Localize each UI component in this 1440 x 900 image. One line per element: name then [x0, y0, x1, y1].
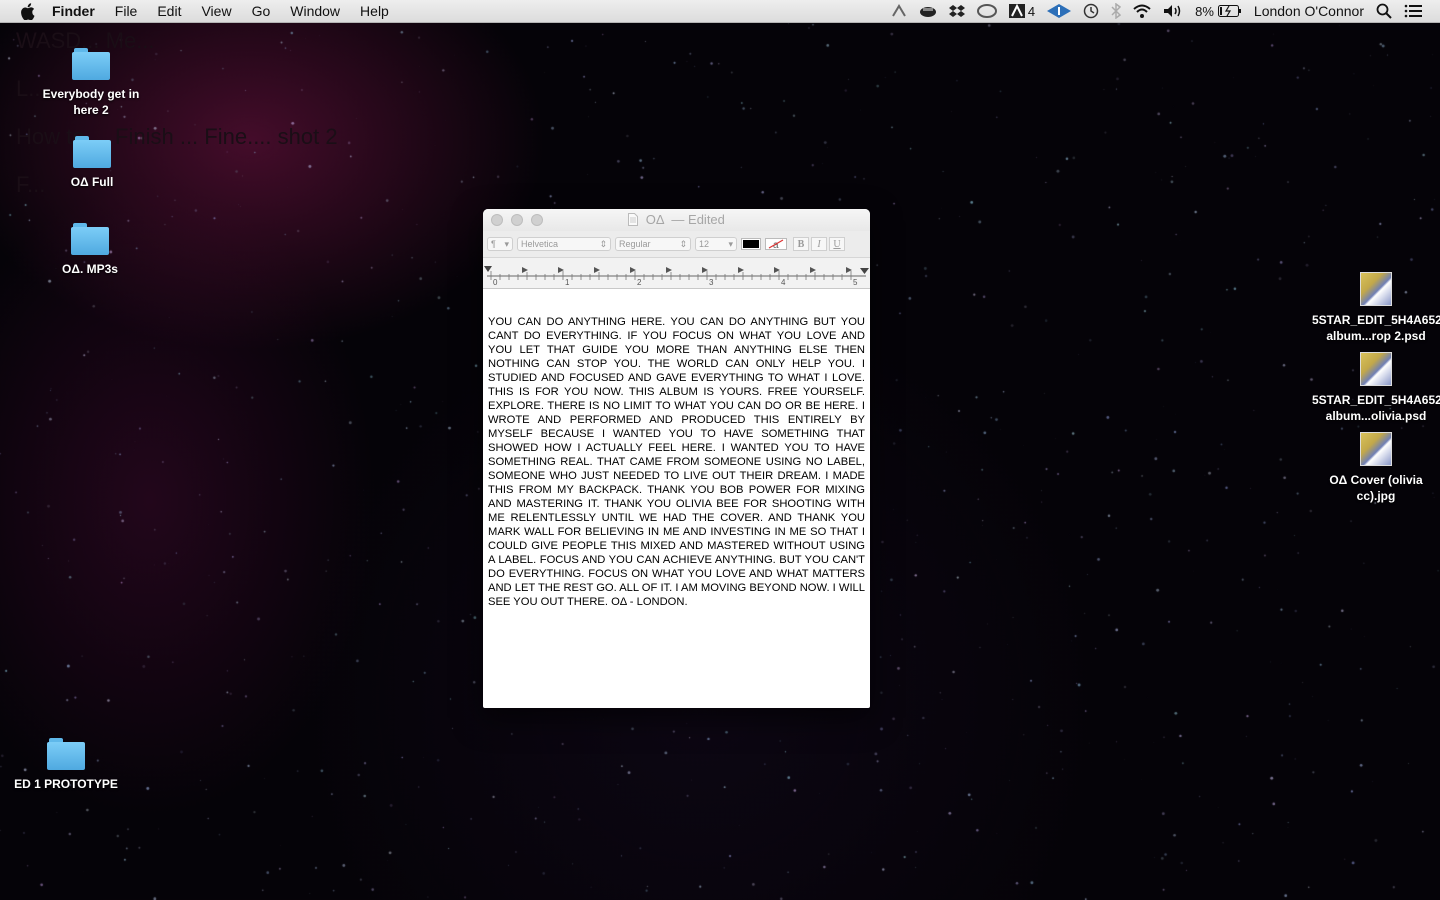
window-title: OΔ [645, 212, 664, 227]
desktop-icon-label: Everybody get in here 2 [42, 87, 140, 117]
minimize-button[interactable] [511, 214, 523, 226]
desktop-folder[interactable]: Everybody get in here 2 [31, 48, 151, 118]
time-machine-icon[interactable] [1083, 3, 1099, 19]
desktop-file[interactable]: OΔ Cover (olivia cc).jpg [1316, 432, 1436, 504]
bold-button[interactable]: B [793, 237, 809, 251]
ruler-label: 2 [637, 278, 642, 287]
format-toolbar: ¶ ▾ Helvetica ⇕ Regular ⇕ 12 ▾ a B I U [483, 231, 870, 258]
font-style-value: Regular [619, 239, 651, 249]
text-color-well[interactable] [741, 238, 761, 250]
ruler-label: 0 [493, 278, 498, 287]
vpn-icon[interactable] [1047, 4, 1072, 18]
chevron-down-icon: ▾ [504, 238, 509, 249]
menu-help[interactable]: Help [360, 3, 389, 19]
folder-icon [73, 136, 111, 168]
menu-file[interactable]: File [115, 3, 138, 19]
zoom-button[interactable] [531, 214, 543, 226]
desktop-icon-label: 5STAR_EDIT_5H4A6525 album...rop 2.psd [1312, 313, 1440, 343]
window-titlebar[interactable]: OΔ — Edited [483, 209, 870, 231]
image-thumbnail-icon [1360, 352, 1392, 386]
paragraph-icon: ¶ [491, 239, 496, 249]
italic-button[interactable]: I [811, 237, 827, 251]
bluetooth-icon[interactable] [1111, 3, 1122, 19]
spotlight-search-icon[interactable] [1376, 3, 1392, 19]
desktop-icon-label: 5STAR_EDIT_5H4A6525 album...olivia.psd [1312, 393, 1440, 423]
menu-view[interactable]: View [201, 3, 231, 19]
menu-go[interactable]: Go [252, 3, 271, 19]
menu-edit[interactable]: Edit [157, 3, 181, 19]
desktop-folder[interactable]: ED 1 PROTOTYPE [6, 738, 126, 792]
underline-button[interactable]: U [829, 237, 845, 251]
desktop-folder[interactable]: OΔ Full [32, 136, 152, 190]
highlight-color-well[interactable]: a [765, 238, 787, 250]
textedit-window: OΔ — Edited ¶ ▾ Helvetica ⇕ Regular ⇕ 12… [483, 209, 870, 708]
image-thumbnail-icon [1360, 272, 1392, 306]
menu-app-finder[interactable]: Finder [52, 3, 95, 19]
battery-icon[interactable] [1217, 5, 1242, 17]
stepper-icon: ⇕ [679, 238, 687, 249]
folder-icon [72, 48, 110, 80]
menu-bar: Finder File Edit View Go Window Help 4 8… [0, 0, 1440, 23]
volume-icon[interactable] [1163, 4, 1183, 18]
close-button[interactable] [491, 214, 503, 226]
folder-icon [71, 223, 109, 255]
font-family-value: Helvetica [521, 239, 559, 249]
desktop-folder[interactable]: OΔ. MP3s [30, 223, 150, 277]
edited-status: — Edited [671, 212, 725, 227]
cloud-app-icon[interactable] [919, 4, 937, 18]
battery-percent[interactable]: 8% [1195, 4, 1214, 19]
user-name[interactable]: London O'Connor [1254, 3, 1364, 19]
desktop-icon-label: OΔ Full [70, 175, 114, 189]
font-style-select[interactable]: Regular ⇕ [615, 237, 691, 251]
chevron-down-icon: ▾ [728, 238, 733, 249]
desktop-icon-label: OΔ Cover (olivia cc).jpg [1329, 473, 1423, 503]
desktop-icon-label: OΔ. MP3s [62, 262, 118, 276]
right-margin-marker[interactable] [860, 268, 869, 274]
ruler[interactable]: 0 1 2 3 4 5 [483, 258, 870, 289]
dropbox-icon[interactable] [948, 4, 965, 18]
wifi-icon[interactable] [1133, 4, 1151, 18]
ruler-label: 1 [565, 278, 570, 287]
ruler-label: 3 [709, 278, 714, 287]
adobe-update-count: 4 [1027, 3, 1036, 19]
ruler-label: 4 [781, 278, 786, 287]
status-area: 4 8% London O'Connor [879, 0, 1422, 22]
creative-cloud-icon[interactable] [976, 4, 997, 18]
desktop-file[interactable]: 5STAR_EDIT_5H4A6525 album...rop 2.psd [1312, 272, 1440, 344]
adobe-updates-icon[interactable]: 4 [1008, 3, 1036, 19]
stepper-icon: ⇕ [599, 238, 607, 249]
ruler-label: 5 [853, 278, 858, 287]
font-size-combo[interactable]: 12 ▾ [695, 237, 737, 251]
menu-window[interactable]: Window [290, 3, 340, 19]
notification-center-icon[interactable] [1404, 4, 1422, 18]
image-thumbnail-icon [1360, 432, 1392, 466]
apple-menu-icon[interactable] [20, 2, 38, 20]
recording-icon[interactable] [891, 4, 907, 18]
folder-icon [47, 738, 85, 770]
document-body[interactable]: YOU CAN DO ANYTHING HERE. YOU CAN DO ANY… [488, 315, 865, 609]
document-icon [628, 211, 639, 233]
desktop-file[interactable]: 5STAR_EDIT_5H4A6525 album...olivia.psd [1312, 352, 1440, 424]
font-family-select[interactable]: Helvetica ⇕ [517, 237, 611, 251]
font-size-value: 12 [699, 239, 710, 249]
ruler-scale: 0 1 2 3 4 5 [484, 266, 869, 287]
desktop-icon-label: ED 1 PROTOTYPE [14, 777, 118, 791]
paragraph-style-select[interactable]: ¶ ▾ [487, 237, 513, 251]
